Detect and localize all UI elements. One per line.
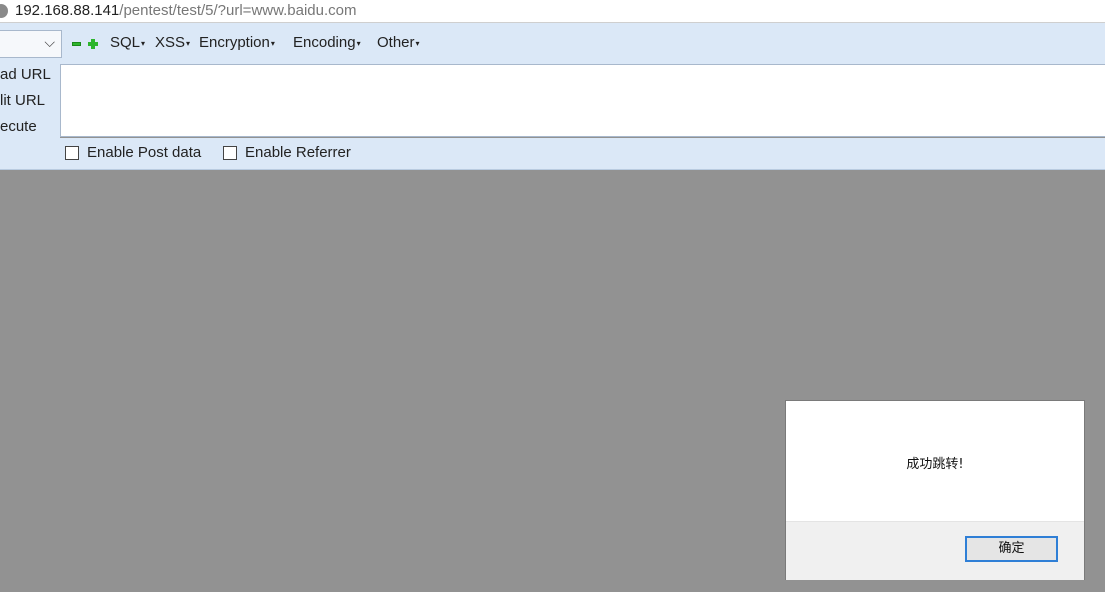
- url-host: 192.168.88.141: [15, 2, 120, 19]
- hackbar-actions: ad URL lit URL ecute: [0, 64, 60, 138]
- hackbar-toolbar: ⌵ SQL▾ XSS▾ Encryption▾ Encoding▾ Other▾: [0, 23, 1105, 65]
- load-url-button[interactable]: ad URL: [0, 66, 51, 83]
- alert-message: 成功跳转!: [906, 457, 964, 472]
- url-path: /pentest/test/5/?url=www.baidu.com: [119, 2, 357, 19]
- enable-referrer-label[interactable]: Enable Referrer: [245, 144, 351, 161]
- menu-other-label: Other: [377, 34, 415, 51]
- execute-button[interactable]: ecute: [0, 118, 37, 135]
- menu-sql-label: SQL: [110, 34, 141, 51]
- plus-icon[interactable]: [88, 39, 98, 49]
- chevron-down-icon: ⌵: [44, 35, 55, 51]
- menu-encryption-label: Encryption: [199, 34, 270, 51]
- menu-encoding[interactable]: Encoding▾: [293, 34, 361, 51]
- dropdown-arrow-icon: ▾: [415, 38, 420, 48]
- menu-encryption[interactable]: Encryption▾: [199, 34, 275, 51]
- dropdown-arrow-icon: ▾: [270, 38, 275, 48]
- dropdown-arrow-icon: ▾: [186, 38, 191, 48]
- split-url-button[interactable]: lit URL: [0, 92, 45, 109]
- enable-post-data-checkbox[interactable]: [65, 146, 79, 160]
- enable-post-data-label[interactable]: Enable Post data: [87, 144, 201, 161]
- minus-icon[interactable]: [72, 42, 81, 46]
- menu-xss[interactable]: XSS▾: [155, 34, 190, 51]
- address-bar[interactable]: 192.168.88.141/pentest/test/5/?url=www.b…: [0, 0, 1105, 23]
- hackbar-options: Enable Post data Enable Referrer: [0, 138, 1105, 170]
- menu-sql[interactable]: SQL▾: [110, 34, 145, 51]
- globe-icon: [0, 4, 8, 18]
- ok-button[interactable]: 确定: [965, 536, 1058, 562]
- load-select-dropdown[interactable]: ⌵: [0, 30, 62, 58]
- dropdown-arrow-icon: ▾: [356, 38, 361, 48]
- menu-xss-label: XSS: [155, 34, 186, 51]
- menu-other[interactable]: Other▾: [377, 34, 420, 51]
- url-text[interactable]: 192.168.88.141/pentest/test/5/?url=www.b…: [15, 0, 357, 22]
- alert-footer: 确定: [786, 521, 1084, 580]
- enable-referrer-checkbox[interactable]: [223, 146, 237, 160]
- url-textarea[interactable]: [60, 64, 1105, 137]
- menu-encoding-label: Encoding: [293, 34, 356, 51]
- dropdown-arrow-icon: ▾: [141, 38, 146, 48]
- alert-dialog: 成功跳转! 确定: [785, 400, 1085, 580]
